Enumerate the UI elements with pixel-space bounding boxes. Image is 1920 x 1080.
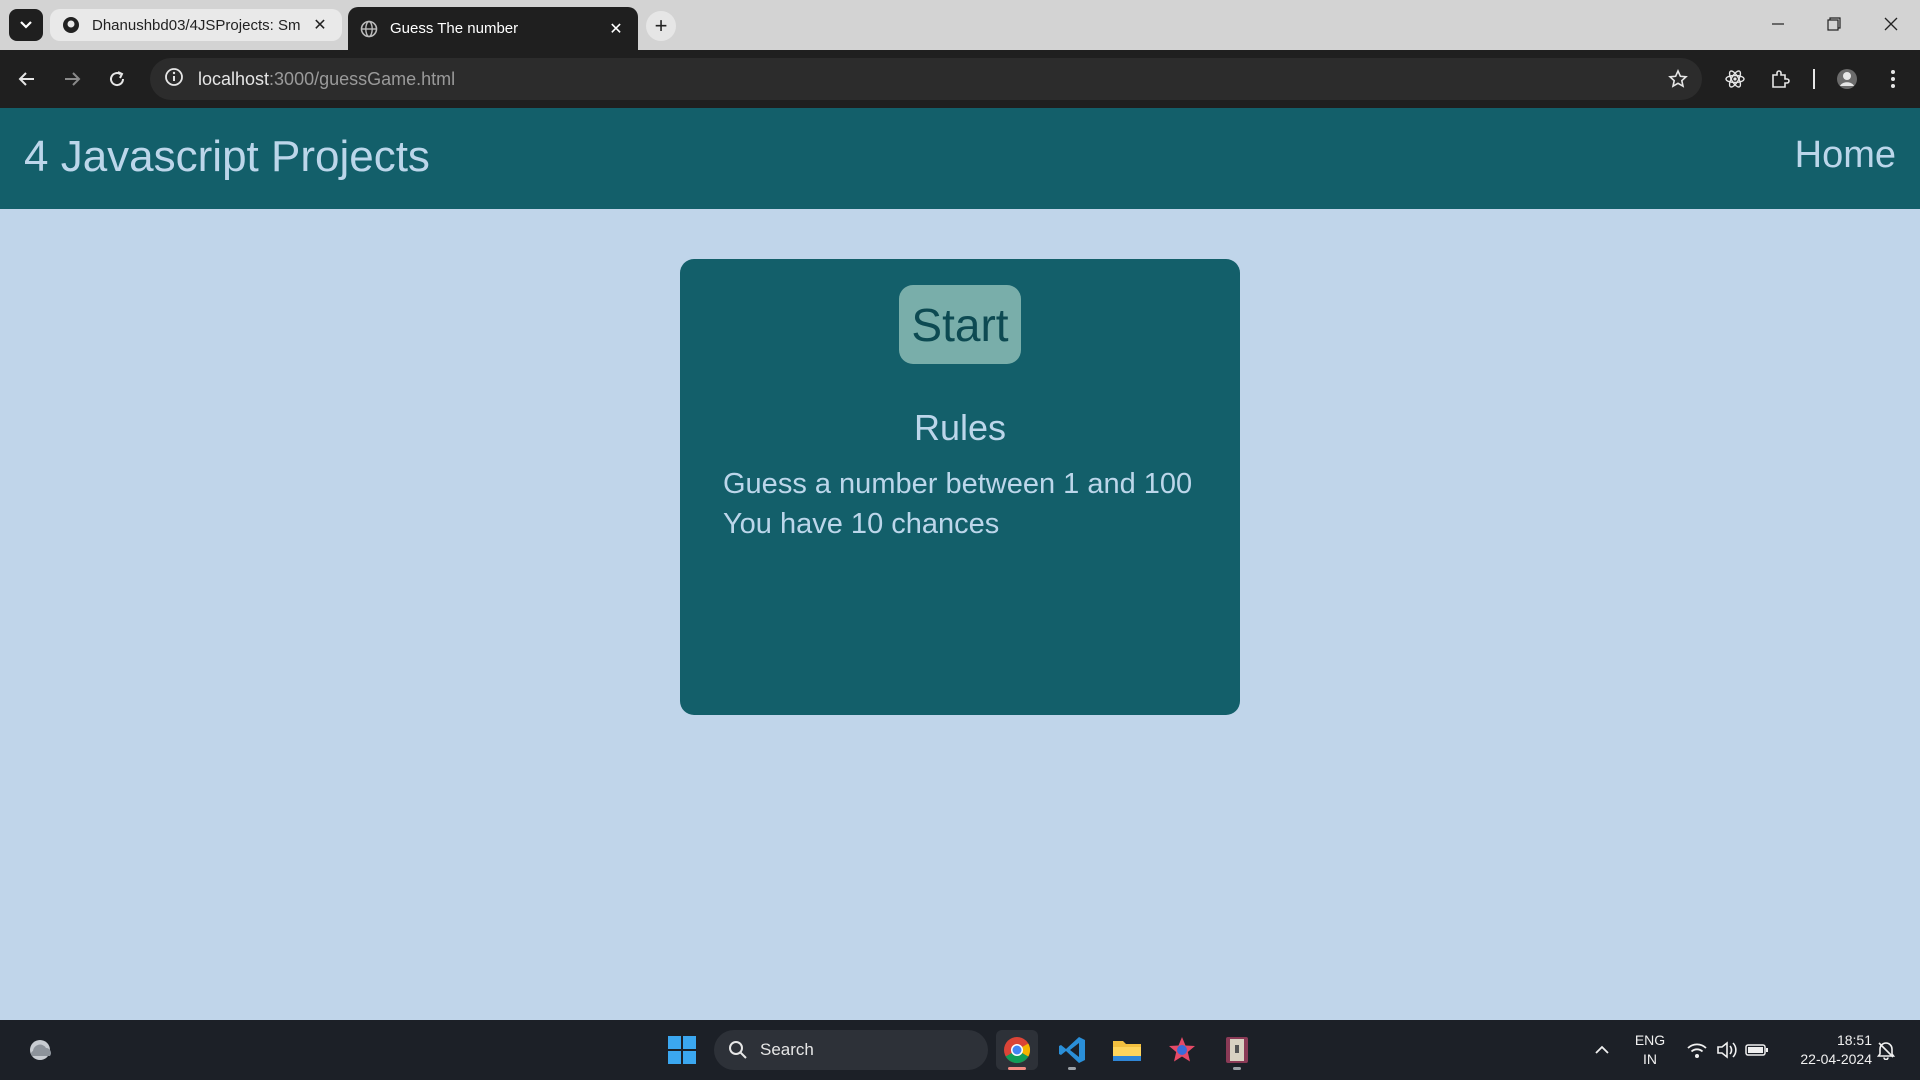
address-bar[interactable]: localhost:3000/guessGame.html xyxy=(150,58,1702,100)
guess-game-card: Start Rules Guess a number between 1 and… xyxy=(680,259,1240,715)
extensions-puzzle-icon[interactable] xyxy=(1763,62,1797,96)
clock-time: 18:51 xyxy=(1836,1032,1872,1048)
browser-tab-strip: Dhanushbd03/4JSProjects: Sm ✕ Guess The … xyxy=(0,0,1920,50)
globe-icon xyxy=(360,20,378,38)
wifi-icon xyxy=(1687,1043,1707,1058)
battery-icon[interactable] xyxy=(1736,1030,1778,1070)
tab-github[interactable]: Dhanushbd03/4JSProjects: Sm ✕ xyxy=(50,9,342,41)
back-arrow-icon[interactable] xyxy=(10,62,44,96)
running-indicator xyxy=(1068,1067,1076,1070)
tab-title: Dhanushbd03/4JSProjects: Sm xyxy=(92,16,301,34)
running-indicator xyxy=(1233,1067,1241,1070)
winrar-archive-icon[interactable] xyxy=(1216,1030,1258,1070)
language-indicator[interactable]: ENG IN xyxy=(1630,1031,1670,1069)
tab-search-button[interactable] xyxy=(9,9,43,41)
clock[interactable]: 18:51 22-04-2024 xyxy=(1782,1031,1872,1069)
language-code: ENG xyxy=(1634,1032,1666,1048)
profile-avatar-icon[interactable] xyxy=(1830,62,1864,96)
restore-icon[interactable] xyxy=(1814,8,1854,40)
rule-line: You have 10 chances xyxy=(723,508,1000,540)
tab-title: Guess The number xyxy=(390,20,519,37)
new-tab-button[interactable]: + xyxy=(646,11,676,41)
app-star-icon[interactable] xyxy=(1161,1030,1203,1070)
forward-arrow-icon[interactable] xyxy=(55,62,89,96)
start-button[interactable]: Start xyxy=(899,285,1021,364)
chevron-up-icon[interactable] xyxy=(1581,1030,1623,1070)
chrome-taskbar-icon[interactable] xyxy=(996,1030,1038,1070)
taskbar-search-box[interactable]: Search xyxy=(714,1030,988,1070)
rule-line: Guess a number between 1 and 100 xyxy=(723,468,1193,500)
windows-start-icon[interactable] xyxy=(661,1030,703,1070)
rules-heading: Rules xyxy=(913,407,1007,448)
close-icon[interactable]: ✕ xyxy=(606,19,626,39)
search-label: Search xyxy=(760,1040,814,1059)
github-icon xyxy=(62,16,80,34)
react-devtools-icon[interactable] xyxy=(1718,62,1752,96)
file-explorer-icon[interactable] xyxy=(1106,1030,1148,1070)
site-brand: 4 Javascript Projects xyxy=(24,132,430,181)
nav-home-link[interactable]: Home xyxy=(1795,134,1896,177)
site-info-icon[interactable] xyxy=(164,67,184,92)
clock-date: 22-04-2024 xyxy=(1800,1051,1872,1067)
close-window-icon[interactable] xyxy=(1871,8,1911,40)
search-icon xyxy=(729,1041,747,1059)
notification-bell-icon[interactable] xyxy=(1866,1030,1906,1070)
region-code: IN xyxy=(1643,1051,1657,1067)
tab-guess-game[interactable]: Guess The number ✕ xyxy=(348,7,638,50)
chevron-down-icon xyxy=(20,21,32,29)
reload-icon[interactable] xyxy=(100,62,134,96)
vscode-taskbar-icon[interactable] xyxy=(1051,1030,1093,1070)
url-text[interactable]: localhost:3000/guessGame.html xyxy=(198,69,455,90)
bookmark-star-icon[interactable] xyxy=(1668,69,1688,94)
more-menu-icon[interactable] xyxy=(1876,62,1910,96)
close-icon[interactable]: ✕ xyxy=(310,15,330,35)
browser-toolbar: localhost:3000/guessGame.html xyxy=(0,50,1920,108)
windows-taskbar: Search ENG IN 18:51 22-04-2024 xyxy=(0,1020,1920,1080)
weather-icon[interactable] xyxy=(20,1030,62,1070)
toolbar-divider xyxy=(1813,69,1815,89)
site-navbar: 4 Javascript Projects Home xyxy=(0,108,1920,209)
running-indicator xyxy=(1008,1067,1026,1070)
minimize-icon[interactable] xyxy=(1758,8,1798,40)
